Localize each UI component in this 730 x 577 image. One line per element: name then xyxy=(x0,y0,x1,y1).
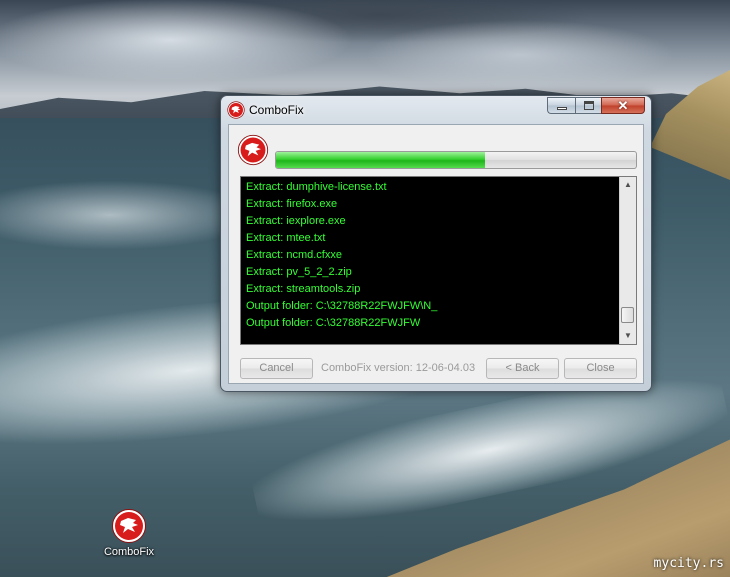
maximize-button[interactable] xyxy=(575,97,601,114)
progress-bar xyxy=(275,151,637,169)
watermark: mycity.rs xyxy=(653,556,724,571)
caption-buttons: ✕ xyxy=(547,97,645,114)
log-line: Extract: firefox.exe xyxy=(246,198,338,210)
version-label: ComboFix version: 12-06-04.03 xyxy=(321,362,476,374)
log-line: Extract: streamtools.zip xyxy=(246,283,361,295)
log-line: Extract: ncmd.cfxxe xyxy=(246,249,342,261)
window-client-area: Extract: dumphive-license.txt Extract: fi… xyxy=(228,124,644,384)
log-line: Extract: iexplore.exe xyxy=(246,215,346,227)
desktop-shortcut-combofix[interactable]: ComboFix xyxy=(96,508,162,558)
progress-bar-fill xyxy=(276,152,485,168)
log-lines: Extract: dumphive-license.txt Extract: fi… xyxy=(246,179,616,332)
log-line: Extract: mtee.txt xyxy=(246,232,326,244)
desktop-shortcut-label: ComboFix xyxy=(103,546,155,558)
combofix-title-icon xyxy=(227,101,245,119)
combofix-window: ComboFix ✕ Extract: dumphive-license.txt… xyxy=(220,95,652,392)
log-output[interactable]: Extract: dumphive-license.txt Extract: fi… xyxy=(240,176,637,345)
combofix-logo-icon xyxy=(112,509,146,543)
scroll-up-arrow-icon[interactable]: ▲ xyxy=(620,177,636,193)
log-line: Extract: dumphive-license.txt xyxy=(246,181,387,193)
minimize-button[interactable] xyxy=(547,97,575,114)
log-line: Output folder: C:\32788R22FWJFW xyxy=(246,317,421,329)
back-button[interactable]: < Back xyxy=(486,358,559,379)
log-line: Output folder: C:\32788R22FWJFW\N_ xyxy=(246,300,438,312)
scrollbar-thumb[interactable] xyxy=(621,307,634,323)
title-bar[interactable]: ComboFix ✕ xyxy=(221,96,651,124)
cancel-button[interactable]: Cancel xyxy=(240,358,313,379)
maximize-icon xyxy=(584,101,594,110)
close-icon: ✕ xyxy=(617,98,629,113)
window-title: ComboFix xyxy=(249,103,304,117)
minimize-icon xyxy=(557,107,567,110)
close-button[interactable]: Close xyxy=(564,358,637,379)
log-line: Extract: pv_5_2_2.zip xyxy=(246,266,352,278)
scroll-down-arrow-icon[interactable]: ▼ xyxy=(620,328,636,344)
log-scrollbar[interactable]: ▲ ▼ xyxy=(619,177,636,344)
close-window-button[interactable]: ✕ xyxy=(601,97,645,114)
combofix-logo-icon xyxy=(237,134,269,166)
